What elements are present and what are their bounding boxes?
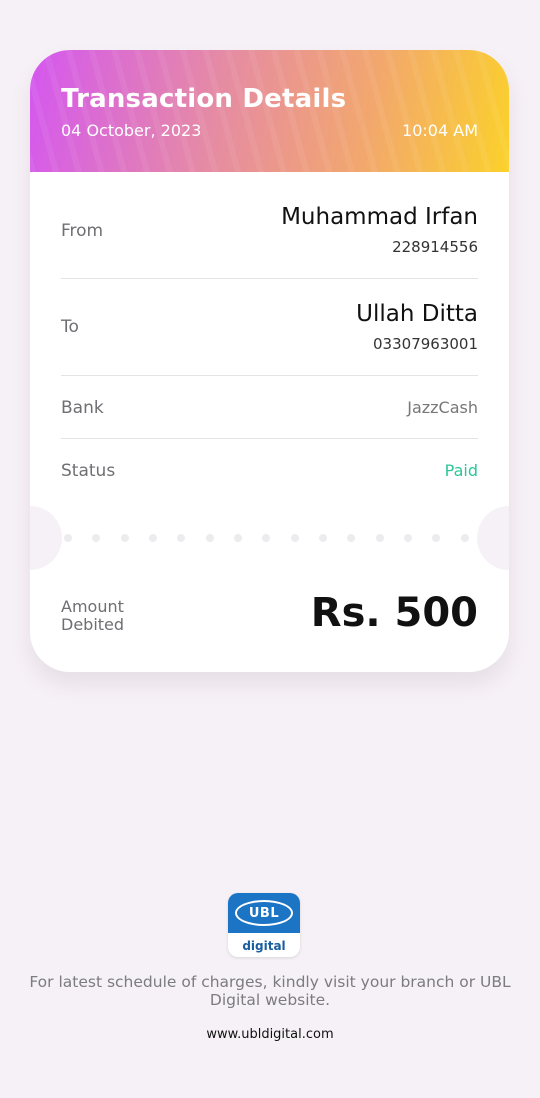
perforation-dot: [404, 534, 413, 542]
divider: [61, 375, 478, 376]
logo-top: UBL: [228, 893, 300, 933]
sender-account: 228914556: [392, 238, 478, 256]
transaction-time: 10:04 AM: [402, 121, 478, 140]
page-title: Transaction Details: [61, 84, 347, 114]
ubl-digital-logo: UBL digital: [228, 893, 300, 957]
transaction-date: 04 October, 2023: [61, 121, 202, 140]
perforation-dot: [120, 534, 129, 542]
perforation-dot: [177, 534, 186, 542]
amount-value: Rs. 500: [310, 590, 478, 636]
perforation-dot: [375, 534, 384, 542]
amount-label-line1: Amount: [61, 597, 124, 616]
perforation-dot: [149, 534, 158, 542]
perforation-dot: [347, 534, 356, 542]
amount-label-line2: Debited: [61, 615, 125, 634]
perforation-dot: [64, 534, 72, 542]
perforation-dot: [290, 534, 299, 542]
ticket-notch-left: [30, 506, 62, 570]
divider: [61, 278, 478, 279]
bank-value: JazzCash: [407, 398, 478, 417]
screen: Transaction Details 04 October, 2023 10:…: [0, 0, 540, 1098]
bank-row: Bank JazzCash: [61, 396, 478, 420]
perforation-dot: [234, 534, 243, 542]
logo-sub-text: digital: [242, 939, 286, 953]
to-row: To Ullah Ditta 03307963001: [61, 299, 478, 359]
perforation-line: [64, 533, 469, 543]
charges-note: For latest schedule of charges, kindly v…: [29, 973, 511, 1009]
sender-name: Muhammad Irfan: [281, 204, 478, 230]
amount-label: Amount Debited: [61, 598, 124, 634]
perforation-dot: [319, 534, 328, 542]
receipt-header: Transaction Details 04 October, 2023 10:…: [30, 50, 509, 172]
status-label: Status: [61, 461, 116, 481]
bank-label: Bank: [61, 398, 104, 418]
perforation-dot: [432, 534, 441, 542]
to-label: To: [61, 317, 79, 337]
perforation-dot: [262, 534, 271, 542]
perforation-dot: [460, 534, 469, 542]
from-row: From Muhammad Irfan 228914556: [61, 202, 478, 262]
perforation-dot: [205, 534, 214, 542]
ticket-notch-right: [477, 506, 509, 570]
status-row: Status Paid: [61, 459, 478, 483]
ubl-logo-mark: UBL: [235, 900, 293, 926]
divider: [61, 438, 478, 439]
website-link[interactable]: www.ubldigital.com: [0, 1027, 540, 1042]
receiver-account: 03307963001: [373, 335, 478, 353]
receiver-name: Ullah Ditta: [356, 301, 478, 327]
from-label: From: [61, 221, 104, 241]
transaction-receipt-card: Transaction Details 04 October, 2023 10:…: [30, 50, 509, 672]
status-badge: Paid: [444, 461, 478, 480]
perforation-dot: [92, 534, 101, 542]
